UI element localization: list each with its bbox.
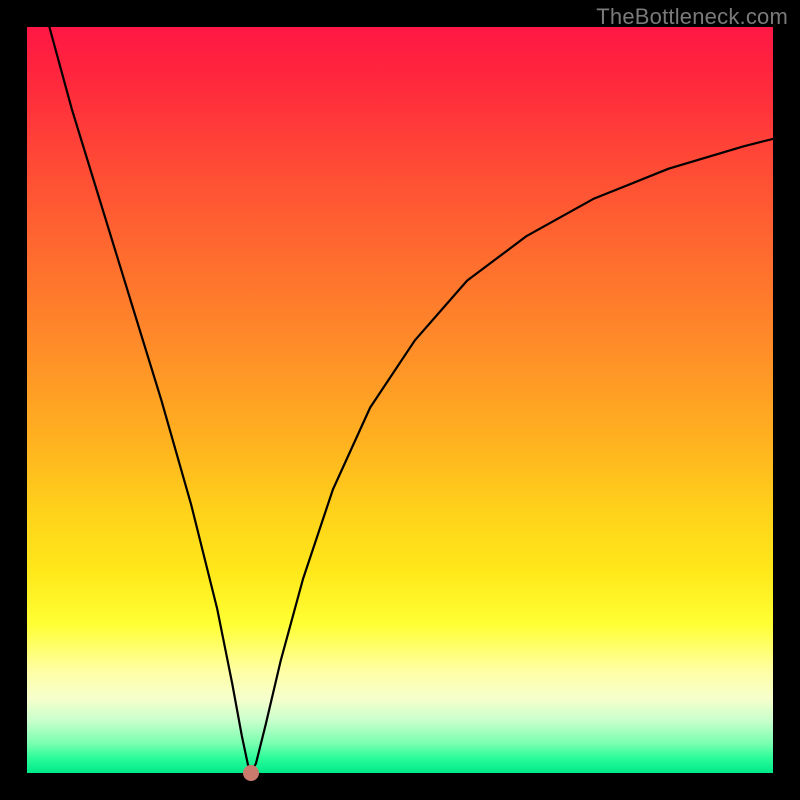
watermark-text: TheBottleneck.com bbox=[596, 4, 788, 30]
chart-frame: TheBottleneck.com bbox=[0, 0, 800, 800]
plot-area bbox=[27, 27, 773, 773]
optimal-point-marker bbox=[243, 765, 259, 781]
bottleneck-curve bbox=[27, 27, 773, 773]
